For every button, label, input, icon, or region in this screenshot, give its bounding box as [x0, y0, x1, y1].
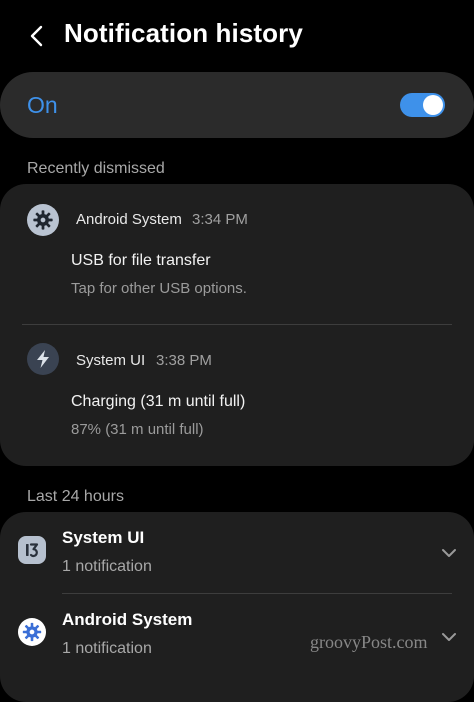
group-count: 1 notification [62, 558, 152, 575]
page-title: Notification history [64, 18, 303, 48]
notification-time: 3:34 PM [192, 211, 248, 228]
back-arrow-icon [30, 25, 43, 47]
app-name: Android System [76, 211, 182, 228]
chevron-down-icon[interactable] [438, 626, 460, 648]
system-ui-icon [18, 536, 46, 564]
watermark: groovyPost.com [310, 632, 428, 652]
last-24-hours-card: System UI 1 notification Android System … [0, 512, 474, 702]
header: Notification history [0, 0, 474, 72]
notification-item[interactable]: Android System 3:34 PM USB for file tran… [0, 184, 474, 324]
notification-time: 3:38 PM [156, 352, 212, 369]
back-button[interactable] [20, 20, 52, 52]
app-group-row[interactable]: System UI 1 notification [0, 512, 474, 594]
bolt-icon [27, 343, 59, 375]
section-label-recently-dismissed: Recently dismissed [27, 160, 165, 177]
toggle-label: On [27, 92, 58, 118]
android-system-icon [18, 618, 46, 646]
master-toggle-row[interactable]: On [0, 72, 474, 138]
notification-text: 87% (31 m until full) [71, 421, 204, 438]
section-label-last-24-hours: Last 24 hours [27, 488, 124, 505]
notification-text: Tap for other USB options. [71, 280, 247, 297]
notification-title: USB for file transfer [71, 252, 211, 269]
group-app-name: System UI [62, 528, 145, 547]
group-count: 1 notification [62, 640, 152, 657]
group-app-name: Android System [62, 610, 193, 629]
toggle-switch[interactable] [400, 93, 445, 117]
notification-title: Charging (31 m until full) [71, 393, 246, 410]
gear-icon [27, 204, 59, 236]
chevron-down-icon[interactable] [438, 542, 460, 564]
recently-dismissed-card: Android System 3:34 PM USB for file tran… [0, 184, 474, 466]
toggle-knob [423, 95, 443, 115]
app-name: System UI [76, 352, 146, 369]
notification-item[interactable]: System UI 3:38 PM Charging (31 m until f… [0, 325, 474, 466]
